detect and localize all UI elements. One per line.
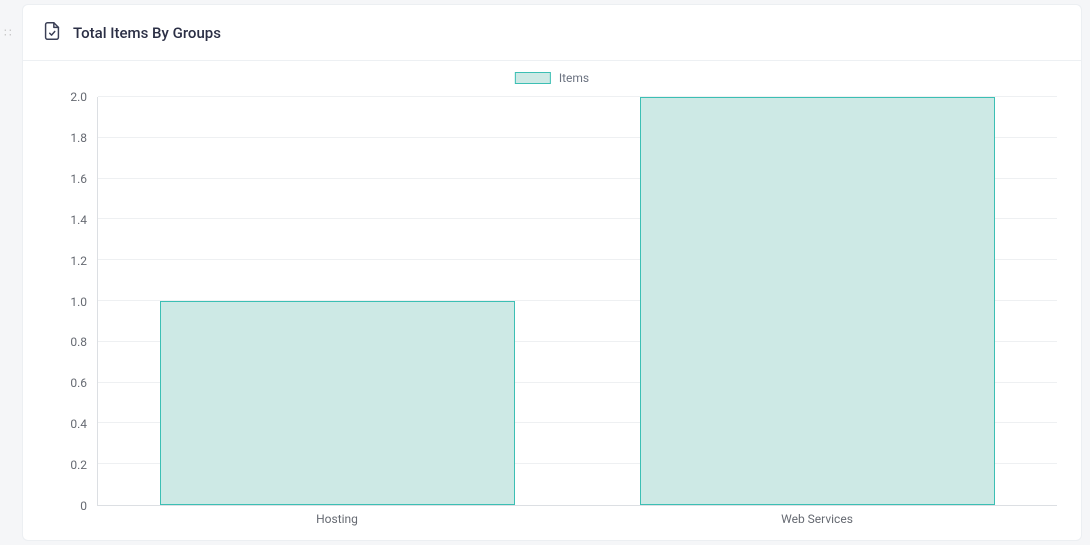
card-title: Total Items By Groups [73,24,221,42]
y-tick-label: 0 [80,499,87,513]
y-tick-label: 1.4 [70,213,87,227]
y-tick-label: 1.0 [70,295,87,309]
y-tick-label: 0.6 [70,376,87,390]
x-axis-ticks: Hosting Web Services [97,512,1057,532]
chart-bar[interactable] [160,301,515,505]
chart-card: Total Items By Groups Items 0 0.2 0.4 0.6 0.… [22,4,1082,541]
y-tick-label: 1.6 [70,172,87,186]
x-tick-label: Hosting [316,512,358,526]
chart-legend[interactable]: Items [515,71,589,85]
chart-plot [97,97,1057,506]
x-tick-label: Web Services [781,512,853,526]
legend-series-label: Items [559,71,589,85]
y-tick-label: 0.8 [70,335,87,349]
y-tick-label: 2.0 [70,90,87,104]
y-axis-ticks: 00.20.40.60.81.01.21.41.61.82.0 [23,97,97,506]
card-header: Total Items By Groups [23,5,1081,61]
legend-swatch [515,72,551,84]
chart-area: Items 0 0.2 0.4 0.6 0.8 1.0 1.2 1.4 1.6 1.8 2.0 Ho… [23,61,1081,540]
card-drag-handle[interactable]: ∷ [4,30,14,40]
chart-bar[interactable] [640,97,995,505]
y-tick-label: 1.8 [70,131,87,145]
document-check-icon [41,20,63,46]
y-tick-label: 0.4 [70,417,87,431]
y-tick-label: 1.2 [70,254,87,268]
y-tick-label: 0.2 [70,458,87,472]
